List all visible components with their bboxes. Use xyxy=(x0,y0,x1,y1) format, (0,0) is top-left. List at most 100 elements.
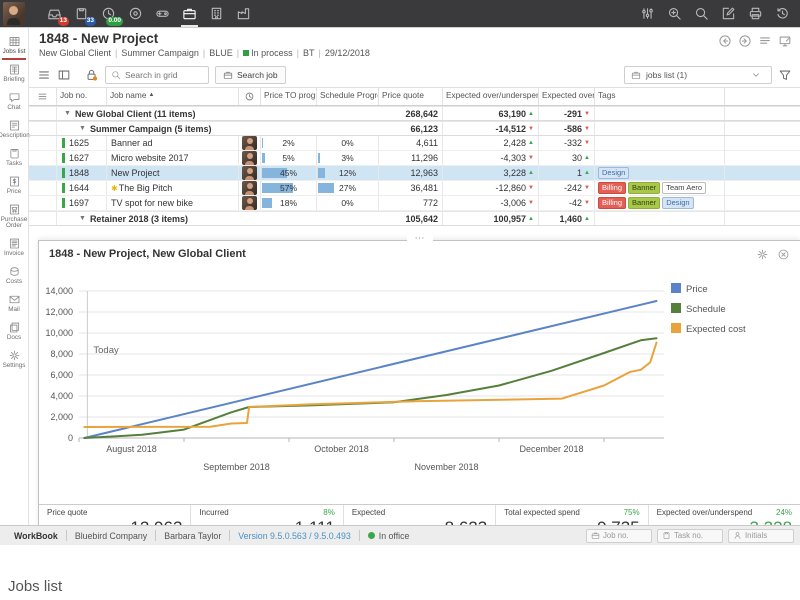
time-entry-icon[interactable]: 0.00 xyxy=(95,0,122,28)
table-row[interactable]: 1644✱The Big Pitch57%27%36,481-12,860▼-2… xyxy=(29,181,800,196)
summary-percent: 75% xyxy=(624,508,640,517)
tag-badge[interactable]: Design xyxy=(662,197,693,209)
jobs-grid: Job no.Job name▲ Price TO progressSchedul… xyxy=(29,88,800,226)
lock-icon[interactable] xyxy=(85,68,99,82)
display-icon[interactable] xyxy=(778,34,792,48)
list-view-icon[interactable] xyxy=(758,34,772,48)
resources-icon[interactable] xyxy=(149,0,176,28)
sidebar-item-settings[interactable]: Settings xyxy=(0,346,28,374)
search-input[interactable] xyxy=(125,70,205,80)
panel-icon[interactable] xyxy=(57,68,71,82)
status-bar-indicator xyxy=(62,183,65,193)
sidebar-item-jobs-list[interactable]: Jobs list xyxy=(0,32,28,60)
column-header[interactable]: Schedule Progress xyxy=(317,88,379,105)
briefcase-icon xyxy=(631,70,641,80)
page-title: 1848 - New Project xyxy=(39,31,794,46)
tag-badge[interactable]: Banner xyxy=(628,197,660,209)
tag-badge[interactable]: Billing xyxy=(598,197,626,209)
column-header[interactable]: Price quote xyxy=(379,88,443,105)
badge-count: 0.00 xyxy=(106,17,123,26)
schedule-progress-cell: 27% xyxy=(317,181,379,195)
jobs-icon[interactable] xyxy=(176,0,203,28)
burn-chart: 02,0004,0006,0008,00010,00012,00014,000A… xyxy=(39,267,800,486)
sidebar-item-invoice[interactable]: Invoice xyxy=(0,234,28,262)
svg-text:8,000: 8,000 xyxy=(50,349,73,359)
sidebar-item-purchase-order[interactable]: Purchase Order xyxy=(0,200,28,235)
menu-icon[interactable] xyxy=(37,68,51,82)
scheduling-icon[interactable] xyxy=(122,0,149,28)
column-header[interactable]: Tags xyxy=(595,88,725,105)
adjustments-icon[interactable] xyxy=(634,0,661,28)
chevron-down-icon[interactable]: ▼ xyxy=(64,110,71,117)
forward-icon[interactable] xyxy=(738,34,752,48)
quick-input-initials[interactable]: Initials xyxy=(728,529,794,543)
user-avatar[interactable] xyxy=(3,2,25,26)
zoom-in-icon[interactable] xyxy=(661,0,688,28)
sidebar-item-docs[interactable]: Docs xyxy=(0,318,28,346)
table-row[interactable]: 1697TV spot for new bike18%0%772-3,006▼-… xyxy=(29,196,800,211)
status-dot-icon xyxy=(243,50,249,56)
sidebar-item-costs[interactable]: Costs xyxy=(0,262,28,290)
search-job-button[interactable]: Search job xyxy=(215,66,286,84)
column-header[interactable]: Job name▲ xyxy=(107,88,239,105)
column-header[interactable]: Expected over/underspend hours xyxy=(539,88,595,105)
panel-drag-handle[interactable]: ⋯ xyxy=(407,234,433,244)
back-icon[interactable] xyxy=(718,34,732,48)
avatar xyxy=(242,136,257,150)
sidebar-item-tasks[interactable]: Tasks xyxy=(0,144,28,172)
history-icon[interactable] xyxy=(769,0,796,28)
companies-icon[interactable] xyxy=(230,0,257,28)
column-header[interactable]: Job no. xyxy=(57,88,107,105)
search-icon[interactable] xyxy=(688,0,715,28)
search-icon xyxy=(111,70,121,80)
panel-settings-icon[interactable] xyxy=(756,248,769,261)
sidebar-item-briefing[interactable]: Briefing xyxy=(0,60,28,88)
statusbar-version: Version 9.5.0.563 / 9.5.0.493 xyxy=(230,531,359,541)
campaign-name: Summer Campaign xyxy=(121,48,199,58)
quick-input-task-no-[interactable]: Task no. xyxy=(657,529,723,543)
tag-badge[interactable]: Design xyxy=(598,167,629,179)
svg-text:2,000: 2,000 xyxy=(50,412,73,422)
header-actions xyxy=(718,34,792,48)
group-row[interactable]: ▼Retainer 2018 (3 items)105,642100,957▲1… xyxy=(29,211,800,226)
statusbar-quick-inputs: Job no. Task no. Initials xyxy=(586,529,794,543)
group-row[interactable]: ▼New Global Client (11 items)268,64263,1… xyxy=(29,106,800,121)
tasks-icon[interactable]: 33 xyxy=(68,0,95,28)
table-row[interactable]: 1625Banner ad2%0%4,6112,428▲-332▼ xyxy=(29,136,800,151)
panel-close-icon[interactable] xyxy=(777,248,790,261)
statusbar-user[interactable]: Barbara Taylor xyxy=(156,531,229,541)
svg-text:12,000: 12,000 xyxy=(45,307,73,317)
star-icon: ✱ xyxy=(111,184,118,193)
tag-badge[interactable]: Billing xyxy=(598,182,626,194)
table-row[interactable]: 1848New Project45%12%12,9633,228▲1▲Desig… xyxy=(29,166,800,181)
inbox-icon[interactable]: 13 xyxy=(41,0,68,28)
row-drag-header[interactable] xyxy=(29,88,57,105)
sidebar-item-mail[interactable]: Mail xyxy=(0,290,28,318)
clients-icon[interactable] xyxy=(203,0,230,28)
svg-text:0: 0 xyxy=(68,433,73,443)
chevron-down-icon[interactable]: ▼ xyxy=(79,125,86,132)
group-row[interactable]: ▼Summer Campaign (5 items)66,123-14,512▼… xyxy=(29,121,800,136)
presence-indicator[interactable]: In office xyxy=(360,531,418,541)
column-header[interactable]: Price TO progress xyxy=(261,88,317,105)
view-selector[interactable]: jobs list (1) xyxy=(624,66,772,84)
compose-icon[interactable] xyxy=(715,0,742,28)
tag-badge[interactable]: Banner xyxy=(628,182,660,194)
table-row[interactable]: 1627Micro website 20175%3%11,296-4,303▼3… xyxy=(29,151,800,166)
summary-label: Total expected spend xyxy=(504,508,580,517)
sidebar-item-chat[interactable]: Chat xyxy=(0,88,28,116)
column-header[interactable] xyxy=(239,88,261,105)
tag-badge[interactable]: Team Aero xyxy=(662,182,706,194)
sidebar-item-description[interactable]: Description xyxy=(0,116,28,144)
sidebar-item-price[interactable]: Price xyxy=(0,172,28,200)
chevron-down-icon[interactable]: ▼ xyxy=(79,215,86,222)
print-icon[interactable] xyxy=(742,0,769,28)
svg-text:September 2018: September 2018 xyxy=(203,462,270,472)
quick-input-job-no-[interactable]: Job no. xyxy=(586,529,652,543)
filter-funnel-icon[interactable] xyxy=(778,68,792,82)
statusbar-company[interactable]: Bluebird Company xyxy=(67,531,155,541)
column-header[interactable]: Expected over/underspend xyxy=(443,88,539,105)
sort-asc-icon: ▲ xyxy=(148,92,154,99)
avatar xyxy=(242,196,257,210)
summary-percent: 24% xyxy=(776,508,792,517)
